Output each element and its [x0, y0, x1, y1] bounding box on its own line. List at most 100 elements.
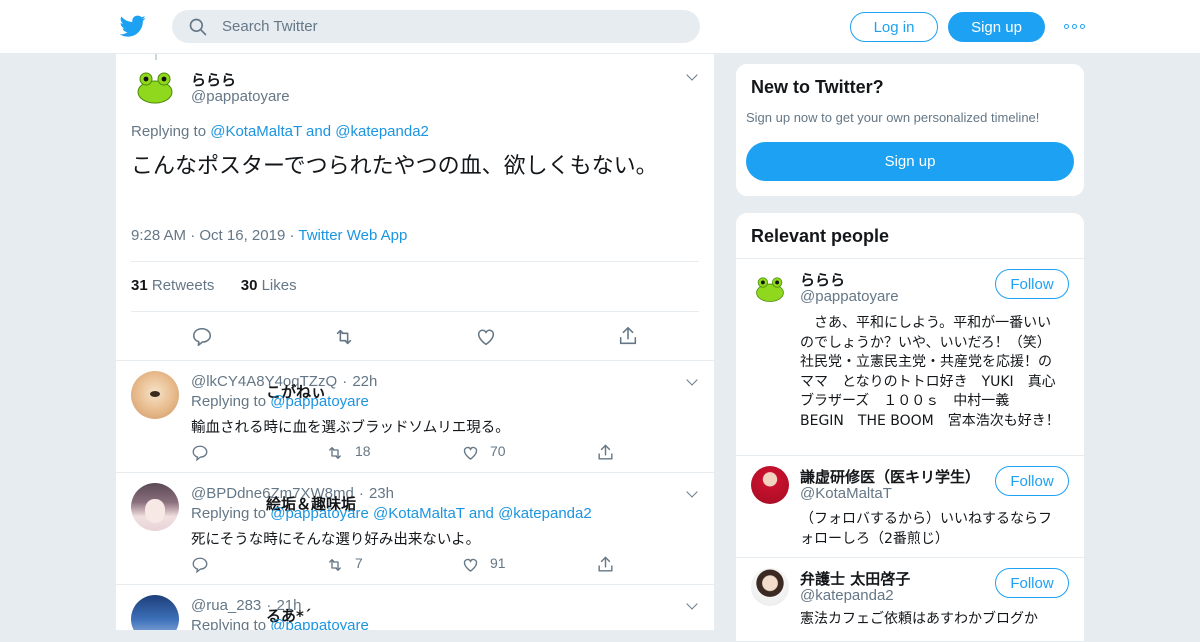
replying-to-line: Replying to @pappatoyare: [191, 617, 369, 630]
replying-to-line: Replying to @pappatoyare @KotaMaltaT and…: [191, 505, 592, 522]
like-heart-icon[interactable]: [461, 444, 480, 462]
chevron-down-icon[interactable]: [685, 377, 699, 387]
frog-avatar-icon: [756, 277, 784, 302]
reply-time[interactable]: 23h: [369, 485, 394, 502]
thread-connector-line: [155, 54, 157, 60]
retweets-stat[interactable]: 31 Retweets: [131, 277, 214, 294]
retweet-count: 7: [355, 555, 363, 571]
share-icon[interactable]: [596, 555, 615, 574]
person-name[interactable]: 弁護士 太田啓子: [800, 568, 910, 589]
retweet-icon[interactable]: [325, 556, 345, 574]
signup-button[interactable]: Sign up: [746, 142, 1074, 181]
signup-button[interactable]: Sign up: [948, 12, 1045, 42]
relevant-people-card: Relevant people ららら @pappatoyare Follow …: [735, 212, 1085, 642]
card-title: Relevant people: [751, 226, 890, 246]
avatar[interactable]: [131, 371, 179, 419]
author-name[interactable]: ららら: [191, 69, 236, 90]
mention-link[interactable]: @pappatoyare: [270, 393, 369, 410]
avatar[interactable]: [751, 466, 789, 504]
avatar[interactable]: [131, 62, 179, 110]
mention-link[interactable]: @pappatoyare: [270, 505, 369, 522]
mention-link[interactable]: @pappatoyare: [270, 617, 369, 630]
person-handle[interactable]: @pappatoyare: [800, 288, 899, 305]
replying-prefix: Replying to: [131, 123, 207, 140]
tweet-source-link[interactable]: Twitter Web App: [298, 227, 407, 244]
separator-dot: ·: [358, 485, 364, 502]
mention-link[interactable]: @KotaMaltaT: [210, 123, 302, 140]
login-button[interactable]: Log in: [850, 12, 938, 42]
person-name[interactable]: ららら: [800, 269, 845, 290]
author-handle[interactable]: @rua_283: [191, 597, 261, 614]
conversation-column: ららら @pappatoyare Replying to @KotaMaltaT…: [115, 54, 715, 630]
card-subtitle: Sign up now to get your own personalized…: [746, 110, 1040, 125]
person-bio: （フォロバするから）いいねするならフォローしろ（2番煎じ）: [800, 511, 1052, 547]
share-icon[interactable]: [617, 325, 639, 347]
tweet-text: こんなポスターでつられたやつの血、欲しくもない。: [131, 154, 658, 179]
dog-face-icon: [150, 391, 160, 397]
follow-button[interactable]: Follow: [995, 466, 1069, 496]
relevant-person: 弁護士 太田啓子 @katepanda2 Follow 憲法カフェご依頼はあすわ…: [736, 557, 1084, 641]
divider: [131, 311, 699, 312]
reply-action-bar: 18 70: [191, 443, 631, 463]
retweet-count: 18: [355, 443, 371, 459]
person-handle[interactable]: @KotaMaltaT: [800, 485, 892, 502]
search-icon: [189, 18, 207, 35]
person-bio: さあ、平和にしよう。平和が一番いいのでしょうか？いや、いいだろ！（笑） 社民党・…: [800, 315, 1060, 429]
person-name[interactable]: 謙虚研修医（医キリ学生）: [800, 466, 980, 487]
person-handle[interactable]: @katepanda2: [800, 587, 894, 604]
more-options-icon[interactable]: [1064, 20, 1086, 32]
frog-avatar-icon: [137, 72, 173, 104]
reply-icon[interactable]: [191, 556, 209, 574]
chevron-down-icon[interactable]: [685, 72, 699, 82]
tweet-date[interactable]: Oct 16, 2019: [199, 227, 285, 244]
retweet-icon[interactable]: [332, 326, 356, 348]
chevron-down-icon[interactable]: [685, 489, 699, 499]
separator-dot: ·: [342, 373, 348, 390]
reply-text: 輸血される時に血を選ぶブラッドソムリエ現る。: [191, 420, 510, 436]
reply-icon[interactable]: [191, 444, 209, 462]
follow-button[interactable]: Follow: [995, 269, 1069, 299]
reply-text: 死にそうな時にそんな選り好み出来ないよ。: [191, 532, 481, 548]
share-icon[interactable]: [596, 443, 615, 462]
search-box[interactable]: [172, 10, 700, 43]
anime-face-icon: [145, 499, 165, 523]
replying-and: and: [306, 123, 332, 140]
top-navigation-bar: Log in Sign up: [0, 0, 1200, 54]
tweet-meta: 9:28 AM · Oct 16, 2019 · Twitter Web App: [131, 227, 407, 244]
like-count: 70: [490, 443, 506, 459]
avatar[interactable]: [751, 568, 789, 606]
reply-tweet[interactable]: 絵垢＆趣味垢 @BPDdne6Zm7XW8md · 23h Replying t…: [116, 472, 714, 584]
like-heart-icon[interactable]: [475, 326, 497, 348]
card-title: New to Twitter?: [751, 77, 884, 97]
mention-link[interactable]: @KotaMaltaT: [373, 505, 465, 522]
tweet-time[interactable]: 9:28 AM: [131, 227, 186, 244]
avatar[interactable]: [131, 483, 179, 531]
twitter-bird-logo-icon[interactable]: [120, 13, 146, 39]
follow-button[interactable]: Follow: [995, 568, 1069, 598]
replying-to-line: Replying to @pappatoyare: [191, 393, 369, 410]
chevron-down-icon[interactable]: [685, 601, 699, 611]
person-bio: 憲法カフェご依頼はあすわかブログか: [800, 611, 1038, 627]
search-input[interactable]: [222, 18, 682, 35]
likes-stat[interactable]: 30 Likes: [241, 277, 297, 294]
avatar[interactable]: [131, 595, 179, 630]
relevant-person: ららら @pappatoyare Follow さあ、平和にしよう。平和が一番い…: [736, 258, 1084, 455]
tweet-stats: 31 Retweets 30 Likes: [131, 277, 297, 294]
separator-dot: ·: [190, 227, 200, 244]
reply-icon[interactable]: [191, 326, 213, 348]
reply-tweet[interactable]: るあ*´ @rua_283 · 21h Replying to @pappato…: [116, 584, 714, 630]
reply-time[interactable]: 22h: [352, 373, 377, 390]
reply-action-bar: 7 91: [191, 555, 631, 575]
tweet-action-bar: [116, 324, 714, 348]
author-handle[interactable]: @pappatoyare: [191, 88, 290, 105]
divider: [131, 261, 699, 262]
reply-tweet[interactable]: こがねぃ @lkCY4A8Y4oqTZzQ · 22h Replying to …: [116, 360, 714, 472]
mention-link[interactable]: @katepanda2: [335, 123, 429, 140]
avatar[interactable]: [751, 269, 789, 307]
new-to-twitter-card: New to Twitter? Sign up now to get your …: [735, 63, 1085, 197]
retweet-icon[interactable]: [325, 444, 345, 462]
replying-to-line: Replying to @KotaMaltaT and @katepanda2: [131, 123, 429, 140]
mention-link[interactable]: @katepanda2: [498, 505, 592, 522]
like-count: 91: [490, 555, 506, 571]
like-heart-icon[interactable]: [461, 556, 480, 574]
